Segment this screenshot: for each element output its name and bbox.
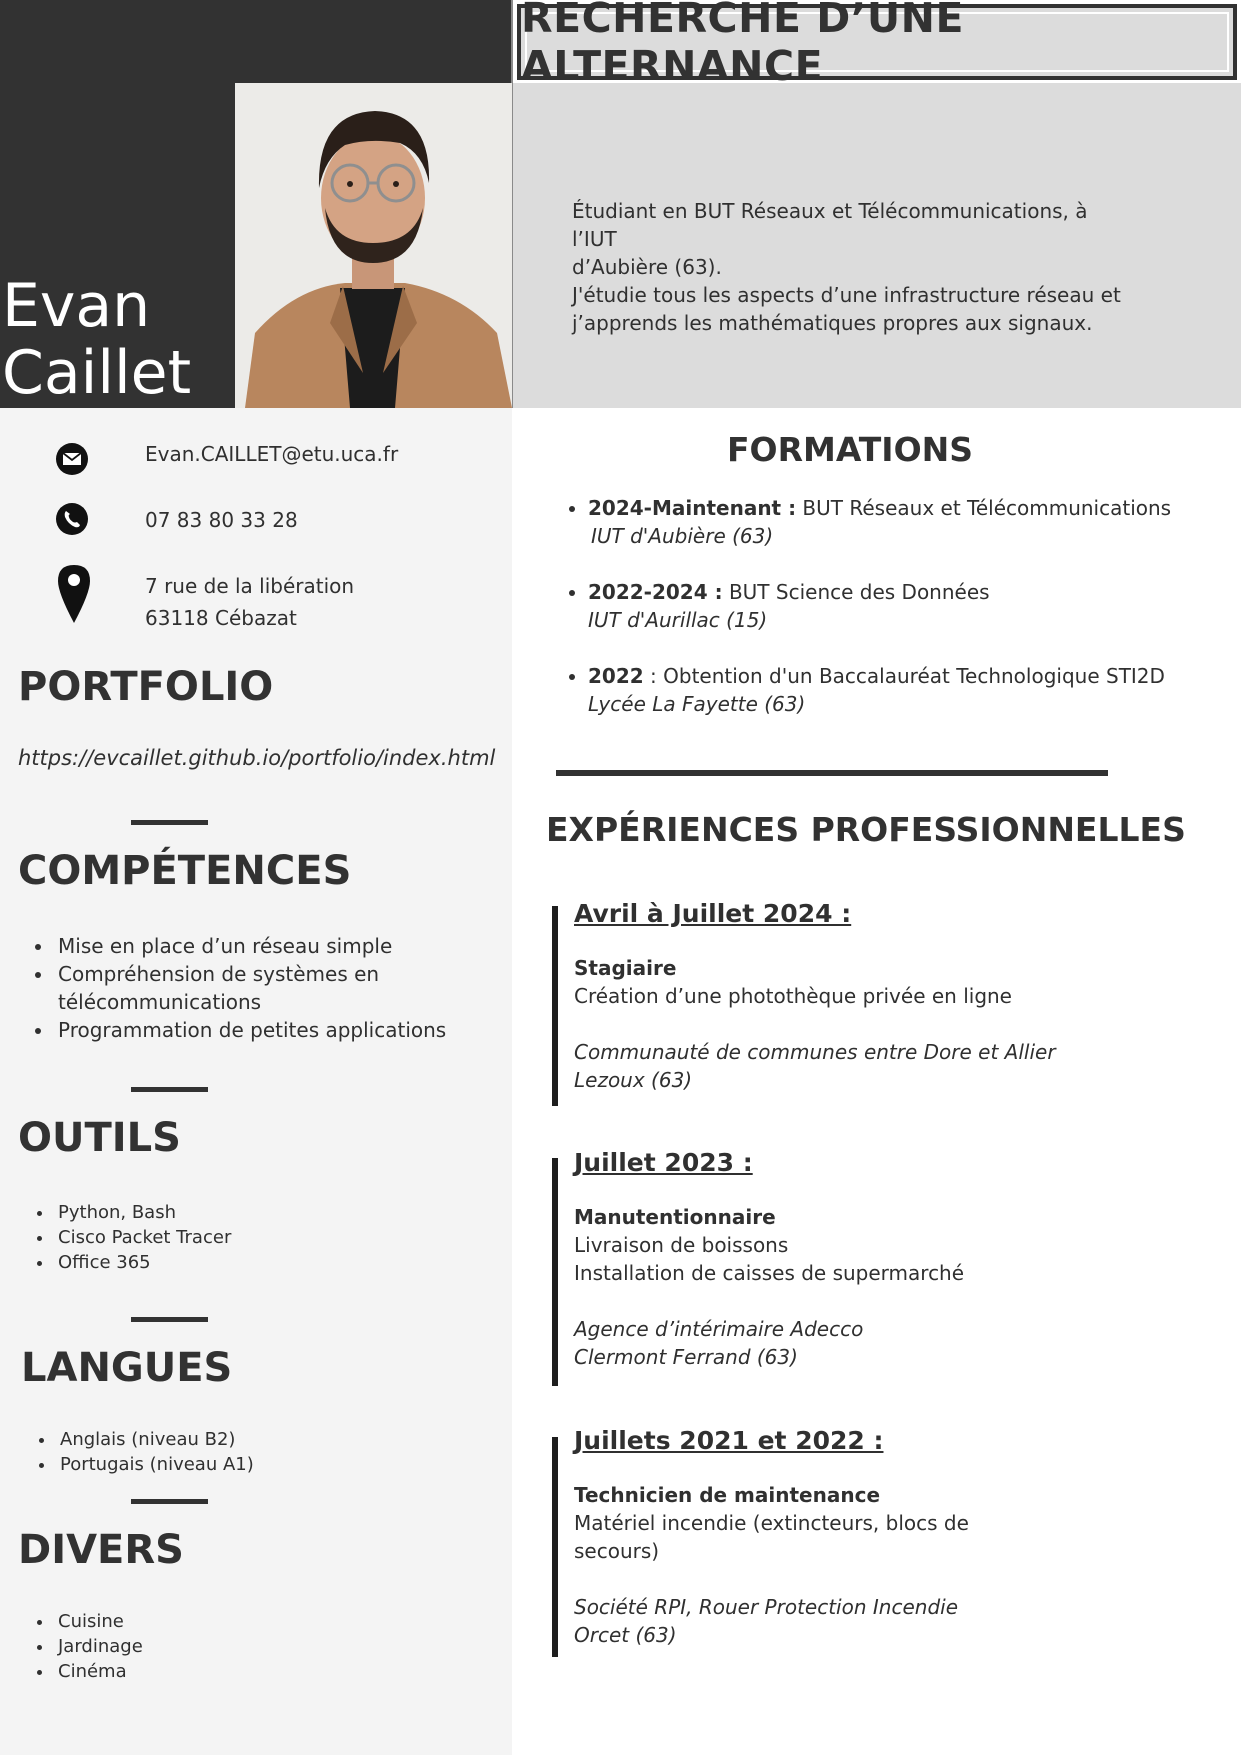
intro-text: Étudiant en BUT Réseaux et Télécommunica… — [572, 197, 1132, 337]
portrait-illustration — [235, 83, 512, 408]
experience-block: Avril à Juillet 2024 : Stagiaire Créatio… — [552, 900, 1112, 1106]
divers-title: DIVERS — [18, 1527, 184, 1573]
list-item: Cisco Packet Tracer — [54, 1225, 488, 1250]
experience-role: Stagiaire — [574, 956, 677, 980]
experience-company: Communauté de communes entre Dore et All… — [574, 1040, 1056, 1064]
section-divider — [131, 820, 208, 825]
divers-list: Cuisine Jardinage Cinéma — [28, 1609, 488, 1684]
section-divider — [131, 1499, 208, 1504]
formations-list-wrap: 2024-Maintenant : BUT Réseaux et Télécom… — [562, 494, 1202, 746]
experience-block: Juillets 2021 et 2022 : Technicien de ma… — [552, 1427, 1112, 1657]
experience-block: Juillet 2023 : Manutentionnaire Livraiso… — [552, 1149, 1112, 1386]
formation-item: 2022-2024 : BUT Science des Données IUT … — [588, 578, 1202, 634]
experience-location: Clermont Ferrand (63) — [574, 1345, 798, 1369]
experience-role: Manutentionnaire — [574, 1205, 776, 1229]
experience-task: Livraison de boissons — [574, 1233, 789, 1257]
portfolio-title: PORTFOLIO — [18, 664, 274, 710]
langues-list: Anglais (niveau B2) Portugais (niveau A1… — [30, 1427, 490, 1477]
list-item: Mise en place d’un réseau simple — [54, 932, 488, 960]
list-item: Jardinage — [54, 1634, 488, 1659]
formation-school: Lycée La Fayette (63) — [588, 692, 806, 716]
list-item: Cuisine — [54, 1609, 488, 1634]
profile-photo — [235, 83, 512, 408]
address-line: 63118 Cébazat — [145, 606, 297, 630]
langues-list-wrap: Anglais (niveau B2) Portugais (niveau A1… — [30, 1427, 490, 1477]
intro-line: Étudiant en BUT Réseaux et Télécommunica… — [572, 199, 1088, 251]
formation-item: 2022 : Obtention d'un Baccalauréat Techn… — [588, 662, 1202, 718]
outils-list-wrap: Python, Bash Cisco Packet Tracer Office … — [28, 1200, 488, 1275]
formation-degree: : Obtention d'un Baccalauréat Technologi… — [643, 664, 1165, 688]
formation-school: IUT d'Aurillac (15) — [588, 608, 768, 632]
formations-list: 2024-Maintenant : BUT Réseaux et Télécom… — [562, 494, 1202, 718]
address-line: 7 rue de la libération — [145, 574, 355, 598]
map-pin-icon — [56, 563, 92, 625]
portfolio-link[interactable]: https://evcaillet.github.io/portfolio/in… — [18, 746, 495, 770]
experience-role: Technicien de maintenance — [574, 1483, 881, 1507]
experience-date: Juillets 2021 et 2022 : — [574, 1426, 884, 1455]
competences-list-wrap: Mise en place d’un réseau simple Compréh… — [28, 932, 488, 1044]
first-name: Evan — [2, 271, 151, 341]
formation-item: 2024-Maintenant : BUT Réseaux et Télécom… — [588, 494, 1202, 550]
experience-task: Installation de caisses de supermarché — [574, 1261, 965, 1285]
experience-content: Juillet 2023 : Manutentionnaire Livraiso… — [574, 1149, 1114, 1371]
experience-bar — [552, 1437, 558, 1657]
experience-company: Société RPI, Rouer Protection Incendie — [574, 1595, 958, 1619]
competences-title: COMPÉTENCES — [18, 848, 352, 894]
experience-content: Avril à Juillet 2024 : Stagiaire Créatio… — [574, 900, 1114, 1094]
experience-content: Juillets 2021 et 2022 : Technicien de ma… — [574, 1427, 1114, 1649]
title-banner: RECHERCHE D’UNE ALTERNANCE — [517, 0, 1237, 90]
list-item: Programmation de petites applications — [54, 1016, 488, 1044]
divers-list-wrap: Cuisine Jardinage Cinéma — [28, 1609, 488, 1684]
section-divider — [131, 1317, 208, 1322]
experience-company: Agence d’intérimaire Adecco — [574, 1317, 864, 1341]
langues-title: LANGUES — [21, 1345, 233, 1391]
experience-task: secours) — [574, 1539, 660, 1563]
list-item: Portugais (niveau A1) — [56, 1452, 490, 1477]
formation-degree: BUT Réseaux et Télécommunications — [796, 496, 1172, 520]
competences-list: Mise en place d’un réseau simple Compréh… — [28, 932, 488, 1044]
experience-bar — [552, 1158, 558, 1386]
page-title: RECHERCHE D’UNE ALTERNANCE — [521, 0, 964, 90]
intro-line: j’apprends les mathématiques propres aux… — [572, 311, 1093, 335]
experience-location: Orcet (63) — [574, 1623, 677, 1647]
phone-icon — [54, 501, 90, 537]
email-text[interactable]: Evan.CAILLET@etu.uca.fr — [145, 438, 398, 470]
formation-degree: BUT Science des Données — [722, 580, 990, 604]
envelope-icon — [54, 441, 90, 477]
address-text: 7 rue de la libération 63118 Cébazat — [145, 570, 354, 634]
experience-bar — [552, 906, 558, 1106]
formation-school: IUT d'Aubière (63) — [591, 524, 774, 548]
outils-list: Python, Bash Cisco Packet Tracer Office … — [28, 1200, 488, 1275]
experience-task: Création d’une photothèque privée en lig… — [574, 984, 1012, 1008]
section-divider — [131, 1087, 208, 1092]
section-divider — [556, 770, 1108, 776]
list-item: Office 365 — [54, 1250, 488, 1275]
formation-period: 2024-Maintenant : — [588, 496, 797, 520]
formation-period: 2022 — [588, 664, 644, 688]
intro-line: d’Aubière (63). — [572, 255, 722, 279]
list-item: Compréhension de systèmes en télécommuni… — [54, 960, 388, 1016]
experiences-title: EXPÉRIENCES PROFESSIONNELLES — [546, 810, 1186, 849]
last-name: Caillet — [2, 338, 192, 408]
experience-date: Avril à Juillet 2024 : — [574, 899, 852, 928]
formation-period: 2022-2024 : — [588, 580, 723, 604]
list-item: Cinéma — [54, 1659, 488, 1684]
outils-title: OUTILS — [18, 1115, 181, 1161]
formations-title: FORMATIONS — [726, 430, 974, 469]
experience-task: Matériel incendie (extincteurs, blocs de — [574, 1511, 969, 1535]
intro-line: J'étudie tous les aspects d’une infrastr… — [572, 283, 1121, 307]
phone-text[interactable]: 07 83 80 33 28 — [145, 504, 298, 536]
experience-date: Juillet 2023 : — [574, 1148, 753, 1177]
list-item: Python, Bash — [54, 1200, 488, 1225]
list-item: Anglais (niveau B2) — [56, 1427, 490, 1452]
experience-location: Lezoux (63) — [574, 1068, 693, 1092]
